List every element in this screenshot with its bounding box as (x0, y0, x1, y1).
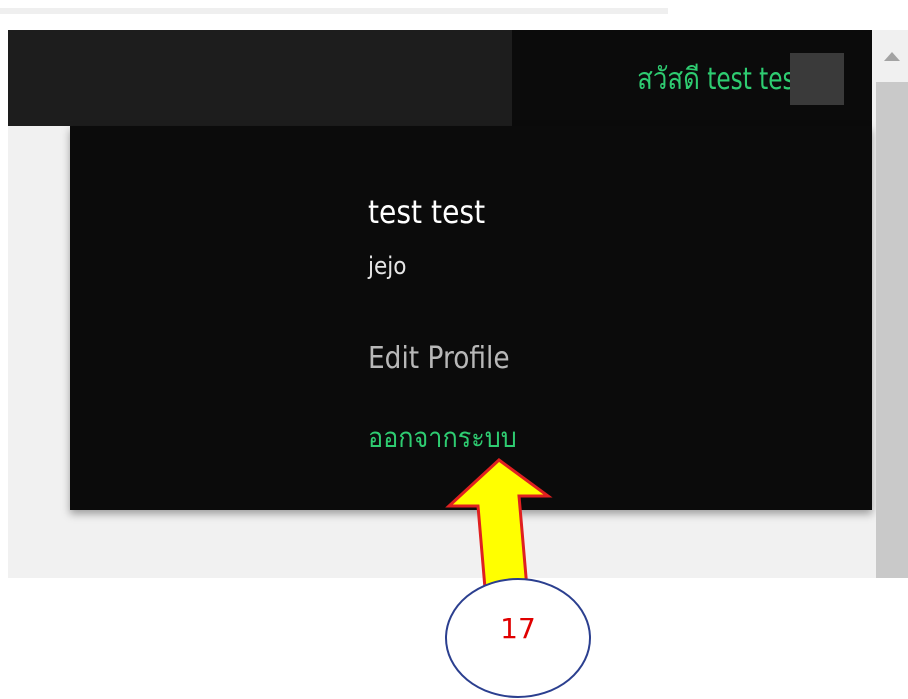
logout-link[interactable]: ออกจากระบบ (368, 420, 517, 456)
profile-display-name[interactable]: test test (368, 192, 485, 232)
edit-profile-link[interactable]: Edit Profile (368, 340, 510, 378)
vertical-scrollbar[interactable] (876, 30, 908, 578)
screenshot-stage: สวัสดี test test test test jejo Edit Pro… (0, 0, 908, 699)
top-border-strip (0, 8, 668, 14)
triangle-up-icon (884, 52, 900, 61)
step-number-label: 17 (500, 612, 536, 645)
profile-username: jejo (368, 252, 407, 280)
greeting-text[interactable]: สวัสดี test test (637, 62, 804, 98)
avatar-icon[interactable] (790, 53, 844, 105)
